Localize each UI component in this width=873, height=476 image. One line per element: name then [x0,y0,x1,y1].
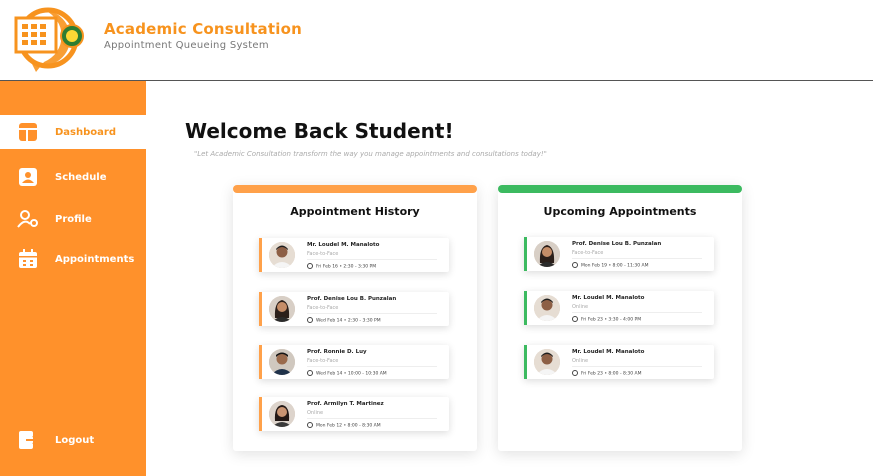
appointment-card[interactable]: Prof. Armilyn T. Martinez Online Mon Feb… [259,397,449,431]
schedule-text: Wed Feb 14 • 2:30 - 3:30 PM [307,317,381,324]
sidebar-item-schedule[interactable]: Schedule [0,160,146,194]
professor-name: Prof. Armilyn T. Martinez [307,401,384,407]
clock-icon [307,370,313,376]
panel-accent-bar [498,185,742,193]
schedule-value: Fri Feb 23 • 3:30 - 4:00 PM [581,317,642,323]
sidebar-item-label: Logout [55,434,95,446]
sidebar-item-label: Appointments [55,253,135,265]
avatar [269,349,295,375]
user-gear-icon [17,208,39,230]
consultation-mode: Face-to-Face [307,358,339,364]
professor-name: Prof. Denise Lou B. Punzalan [572,241,662,247]
app-title: Academic Consultation [104,20,302,38]
professor-name: Mr. Loudel M. Manaloto [572,295,645,301]
schedule-text: Fri Feb 23 • 3:30 - 4:00 PM [572,316,641,323]
appointment-history-panel: Appointment History Mr. Loudel M. Manalo… [233,185,477,451]
sidebar-item-label: Profile [55,213,92,225]
avatar [269,401,295,427]
card-accent [524,345,527,379]
appointment-card[interactable]: Prof. Denise Lou B. Punzalan Face-to-Fac… [259,292,449,326]
app-subtitle: Appointment Queueing System [104,40,269,51]
clock-icon [572,316,578,322]
schedule-value: Mon Feb 12 • 8:00 - 8:30 AM [316,423,381,429]
page-title: Welcome Back Student! [185,119,454,143]
card-accent [259,345,262,379]
consultation-mode: Online [307,410,324,416]
schedule-text: Mon Feb 12 • 8:00 - 8:30 AM [307,422,381,429]
app-logo [14,6,86,72]
divider [307,313,437,314]
schedule-text: Fri Feb 23 • 8:00 - 8:30 AM [572,370,642,377]
logout-button[interactable]: Logout [0,423,146,457]
card-accent [259,397,262,431]
clock-icon [307,263,313,269]
consultation-mode: Face-to-Face [307,251,339,257]
consultation-mode: Online [572,358,589,364]
panel-title: Upcoming Appointments [543,205,697,218]
sidebar: Dashboard Schedule Profile Appointments … [0,81,146,476]
avatar [269,296,295,322]
sidebar-item-profile[interactable]: Profile [0,202,146,236]
sidebar-item-appointments[interactable]: Appointments [0,242,146,276]
clock-icon [307,422,313,428]
schedule-value: Wed Feb 14 • 10:00 - 10:30 AM [316,371,387,377]
avatar [534,349,560,375]
logout-icon [17,429,39,451]
page-tagline: "Let Academic Consultation transform the… [194,150,547,158]
consultation-mode: Online [572,304,589,310]
divider [307,259,437,260]
schedule-text: Wed Feb 14 • 10:00 - 10:30 AM [307,370,387,377]
dashboard-icon [17,121,39,143]
appointment-card[interactable]: Mr. Loudel M. Manaloto Online Fri Feb 23… [524,291,714,325]
avatar [534,295,560,321]
clock-icon [572,370,578,376]
app-header: Academic Consultation Appointment Queuei… [0,0,873,81]
main-content: Welcome Back Student! "Let Academic Cons… [146,81,873,476]
schedule-value: Wed Feb 14 • 2:30 - 3:30 PM [316,318,381,324]
panel-accent-bar [233,185,477,193]
schedule-text: Mon Feb 19 • 8:00 - 11:30 AM [572,262,649,269]
upcoming-appointments-panel: Upcoming Appointments Prof. Denise Lou B… [498,185,742,451]
sidebar-item-label: Schedule [55,171,107,183]
panel-title: Appointment History [290,205,420,218]
professor-name: Prof. Ronnie D. Luy [307,349,367,355]
sidebar-item-label: Dashboard [55,126,116,138]
clock-icon [307,317,313,323]
card-accent [259,292,262,326]
professor-name: Prof. Denise Lou B. Punzalan [307,296,397,302]
card-accent [259,238,262,272]
schedule-value: Mon Feb 19 • 8:00 - 11:30 AM [581,263,649,269]
appointment-card[interactable]: Prof. Denise Lou B. Punzalan Face-to-Fac… [524,237,714,271]
consultation-mode: Face-to-Face [572,250,604,256]
divider [572,312,702,313]
avatar [534,241,560,267]
appointment-card[interactable]: Prof. Ronnie D. Luy Face-to-Face Wed Feb… [259,345,449,379]
calendar-icon [17,248,39,270]
professor-name: Mr. Loudel M. Manaloto [572,349,645,355]
professor-name: Mr. Loudel M. Manaloto [307,242,380,248]
avatar [269,242,295,268]
divider [572,258,702,259]
sidebar-item-dashboard[interactable]: Dashboard [0,115,146,149]
appointment-card[interactable]: Mr. Loudel M. Manaloto Online Fri Feb 23… [524,345,714,379]
consultation-mode: Face-to-Face [307,305,339,311]
schedule-value: Fri Feb 23 • 8:00 - 8:30 AM [581,371,642,377]
divider [307,418,437,419]
card-accent [524,237,527,271]
appointment-card[interactable]: Mr. Loudel M. Manaloto Face-to-Face Fri … [259,238,449,272]
divider [307,366,437,367]
schedule-value: Fri Feb 16 • 2:30 - 3:30 PM [316,264,377,270]
card-accent [524,291,527,325]
schedule-text: Fri Feb 16 • 2:30 - 3:30 PM [307,263,376,270]
calendar-person-icon [17,166,39,188]
clock-icon [572,262,578,268]
divider [572,366,702,367]
